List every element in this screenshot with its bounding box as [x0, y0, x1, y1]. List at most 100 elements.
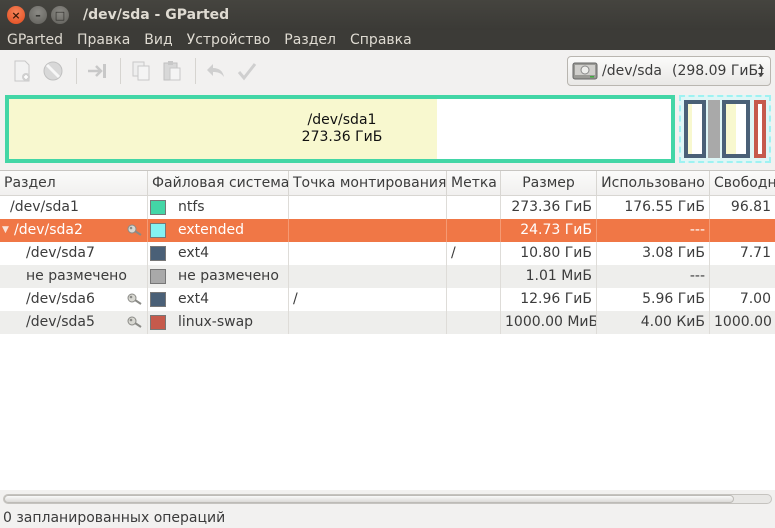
- menu-gparted[interactable]: GParted: [0, 30, 70, 50]
- resize-move-icon: [88, 64, 106, 78]
- menu-device[interactable]: Устройство: [180, 30, 278, 50]
- menu-edit[interactable]: Правка: [70, 30, 137, 50]
- partition-block-extended[interactable]: [679, 95, 771, 163]
- cell-used: 5.96 ГиБ: [597, 288, 710, 311]
- hard-disk-icon: [572, 62, 598, 80]
- cell-label: [447, 288, 501, 311]
- cell-label: [447, 196, 501, 219]
- filesystem-color-swatch: [150, 292, 166, 307]
- expander-arrow-icon[interactable]: ▼: [2, 219, 9, 242]
- column-label[interactable]: Метка: [447, 171, 501, 195]
- partition-block-sda6[interactable]: [722, 100, 750, 158]
- cell-used: 176.55 ГиБ: [597, 196, 710, 219]
- window-controls: × – □: [7, 6, 69, 24]
- copy-icon: [132, 61, 150, 81]
- partition-map: /dev/sda1 273.36 ГиБ: [0, 92, 775, 168]
- close-window-button[interactable]: ×: [7, 6, 25, 24]
- cell-mountpoint: [289, 219, 447, 242]
- cell-filesystem: ext4: [148, 288, 289, 311]
- free-space-bar: [692, 104, 702, 154]
- partition-name: /dev/sda2: [14, 222, 83, 238]
- partition-table: Раздел Файловая система Точка монтирован…: [0, 170, 775, 490]
- cell-used: 3.08 ГиБ: [597, 242, 710, 265]
- cell-mountpoint: [289, 242, 447, 265]
- cell-used: 4.00 КиБ: [597, 311, 710, 334]
- menu-help[interactable]: Справка: [343, 30, 419, 50]
- table-row[interactable]: /dev/sda6 ext4 / 12.96 ГиБ 5.96 ГиБ 7.00: [0, 288, 775, 311]
- title-bar: × – □ /dev/sda - GParted: [0, 0, 775, 30]
- filesystem-color-swatch: [150, 315, 166, 330]
- column-partition[interactable]: Раздел: [0, 171, 148, 195]
- column-mountpoint[interactable]: Точка монтирования: [289, 171, 447, 195]
- cell-partition: /dev/sda7: [0, 242, 148, 265]
- horizontal-scrollbar[interactable]: [0, 490, 775, 508]
- window-title: /dev/sda - GParted: [83, 7, 230, 23]
- partition-name: /dev/sda7: [26, 245, 95, 261]
- table-row[interactable]: /dev/sda1 ntfs 273.36 ГиБ 176.55 ГиБ 96.81: [0, 196, 775, 219]
- cell-partition: не размечено: [0, 265, 148, 288]
- status-bar: 0 запланированных операций: [0, 508, 775, 528]
- table-row[interactable]: не размечено не размечено 1.01 МиБ ---: [0, 265, 775, 288]
- apply-button[interactable]: [233, 57, 261, 85]
- cell-free: [710, 265, 775, 288]
- partition-name: /dev/sda5: [26, 314, 95, 330]
- device-size: (298.09 ГиБ): [671, 63, 764, 79]
- filesystem-color-swatch: [150, 269, 166, 284]
- toolbar: /dev/sda (298.09 ГиБ): [0, 50, 775, 92]
- filesystem-name: ext4: [178, 245, 210, 261]
- cell-filesystem: не размечено: [148, 265, 289, 288]
- filesystem-name: ntfs: [178, 199, 205, 215]
- column-free[interactable]: Свободно: [710, 171, 775, 195]
- table-row[interactable]: /dev/sda5 linux-swap 1000.00 МиБ 4.00 КиБ 10…: [0, 311, 775, 334]
- partition-block-unallocated[interactable]: [708, 100, 720, 158]
- column-filesystem[interactable]: Файловая система: [148, 171, 289, 195]
- scrollbar-thumb[interactable]: [4, 495, 734, 503]
- maximize-window-button[interactable]: □: [51, 6, 69, 24]
- device-name: /dev/sda: [602, 63, 662, 79]
- cell-size: 10.80 ГиБ: [501, 242, 597, 265]
- partition-block-sda1[interactable]: /dev/sda1 273.36 ГиБ: [5, 95, 675, 163]
- cell-free: 7.00: [739, 291, 771, 307]
- cell-free: 7.71: [739, 245, 771, 261]
- delete-partition-button[interactable]: [39, 57, 67, 85]
- undo-button[interactable]: [202, 57, 230, 85]
- menu-bar: GParted Правка Вид Устройство Раздел Спр…: [0, 30, 775, 50]
- key-icon: [127, 293, 142, 305]
- delete-icon: [43, 61, 63, 81]
- cell-mountpoint: [289, 311, 447, 334]
- partition-name: /dev/sda1: [10, 199, 79, 215]
- cell-free: [710, 219, 775, 242]
- table-row[interactable]: ▼ /dev/sda2 extended 24.73 ГиБ ---: [0, 219, 775, 242]
- cell-free: 1000.00 М: [714, 314, 775, 330]
- column-size[interactable]: Размер: [501, 171, 597, 195]
- paste-icon: [163, 61, 181, 81]
- partition-block-sda5[interactable]: [754, 100, 766, 158]
- partition-block-label: /dev/sda1 273.36 ГиБ: [9, 112, 675, 146]
- cell-label: /: [447, 242, 501, 265]
- filesystem-name: ext4: [178, 291, 210, 307]
- column-used[interactable]: Использовано: [597, 171, 710, 195]
- cell-label: [447, 219, 501, 242]
- device-selector[interactable]: /dev/sda (298.09 ГиБ): [567, 56, 771, 86]
- cell-filesystem: linux-swap: [148, 311, 289, 334]
- cell-size: 24.73 ГиБ: [501, 219, 597, 242]
- copy-button[interactable]: [127, 57, 155, 85]
- partition-block-sda7[interactable]: [684, 100, 706, 158]
- partition-name: /dev/sda6: [26, 291, 95, 307]
- filesystem-name: не размечено: [178, 268, 279, 284]
- menu-view[interactable]: Вид: [137, 30, 179, 50]
- minimize-window-button[interactable]: –: [29, 6, 47, 24]
- paste-button[interactable]: [158, 57, 186, 85]
- cell-size: 12.96 ГиБ: [501, 288, 597, 311]
- used-space-bar: [726, 104, 736, 154]
- cell-mountpoint: [289, 265, 447, 288]
- cell-label: [447, 265, 501, 288]
- partition-block-size: 273.36 ГиБ: [301, 129, 383, 145]
- filesystem-name: linux-swap: [178, 314, 254, 330]
- new-partition-button[interactable]: [8, 57, 36, 85]
- cell-mountpoint: [289, 196, 447, 219]
- table-row[interactable]: /dev/sda7 ext4 /10.80 ГиБ 3.08 ГиБ 7.71: [0, 242, 775, 265]
- cell-filesystem: ntfs: [148, 196, 289, 219]
- resize-move-button[interactable]: [83, 57, 111, 85]
- menu-partition[interactable]: Раздел: [277, 30, 343, 50]
